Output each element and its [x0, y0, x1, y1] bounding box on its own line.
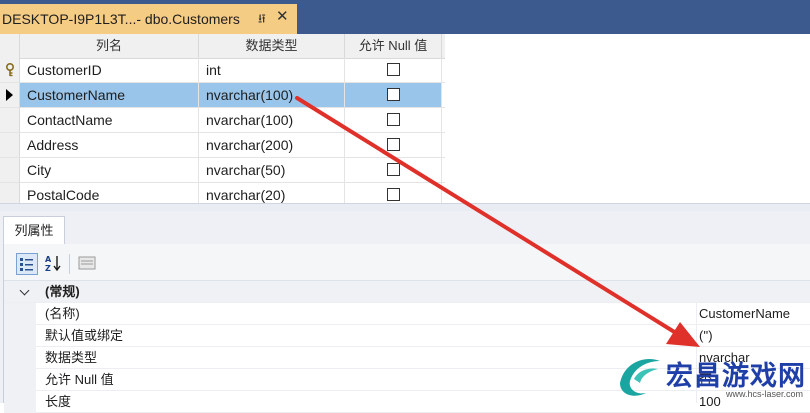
property-pages-button[interactable]: [76, 253, 98, 275]
property-gutter: [4, 325, 36, 347]
allow-nulls-checkbox[interactable]: [387, 188, 400, 201]
column-designer-grid: 列名 数据类型 允许 Null 值 CustomerID int Custome…: [0, 34, 445, 203]
column-name-cell[interactable]: CustomerID: [20, 58, 199, 82]
property-pages-icon: [78, 256, 96, 270]
header-allow-nulls[interactable]: 允许 Null 值: [345, 34, 442, 58]
data-type-cell[interactable]: nvarchar(100): [199, 83, 345, 107]
row-selector[interactable]: [0, 183, 20, 203]
close-icon[interactable]: ✕: [276, 7, 289, 25]
data-type-cell[interactable]: nvarchar(20): [199, 183, 345, 203]
properties-toolbar: A Z: [4, 244, 810, 281]
property-category-general[interactable]: (常规): [4, 281, 810, 303]
property-label: (名称): [45, 306, 80, 321]
table-row[interactable]: ContactName nvarchar(100): [0, 108, 445, 133]
svg-text:A: A: [45, 255, 52, 264]
categorized-view-button[interactable]: [16, 253, 38, 275]
property-label: 长度: [45, 394, 72, 409]
property-row[interactable]: (名称) CustomerName: [4, 303, 810, 325]
grid-header: 列名 数据类型 允许 Null 值: [0, 34, 445, 59]
allow-nulls-checkbox[interactable]: [387, 138, 400, 151]
row-selector[interactable]: [0, 58, 20, 82]
data-type-cell[interactable]: nvarchar(50): [199, 158, 345, 182]
column-name-cell[interactable]: City: [20, 158, 199, 182]
data-type-cell[interactable]: nvarchar(200): [199, 133, 345, 157]
property-gutter: [4, 369, 36, 391]
tab-column-properties[interactable]: 列属性: [3, 216, 65, 245]
property-value[interactable]: CustomerName: [699, 303, 790, 325]
toolbar-separator: [69, 254, 70, 274]
watermark-text: 宏昌游戏网: [666, 361, 806, 392]
header-data-type[interactable]: 数据类型: [199, 34, 345, 58]
table-row[interactable]: CustomerName nvarchar(100): [0, 83, 445, 108]
property-label: 数据类型: [45, 350, 98, 365]
primary-key-icon: [6, 63, 14, 77]
current-row-arrow-icon: [6, 89, 13, 101]
table-row[interactable]: City nvarchar(50): [0, 158, 445, 183]
row-selector[interactable]: [0, 108, 20, 132]
watermark-url: www.hcs-laser.com: [726, 389, 804, 399]
allow-nulls-cell: [345, 108, 442, 132]
column-name-cell[interactable]: Address: [20, 133, 199, 157]
allow-nulls-cell: [345, 83, 442, 107]
header-column-name[interactable]: 列名: [20, 34, 199, 58]
allow-nulls-cell: [345, 58, 442, 82]
property-gutter: [4, 303, 36, 325]
document-tab-customers[interactable]: DESKTOP-I9P1L3T...- dbo.Customers ⭿ ✕: [0, 4, 297, 34]
sort-az-icon: A Z: [45, 255, 61, 273]
watermark-logo-icon: [620, 359, 660, 396]
table-row[interactable]: CustomerID int: [0, 58, 445, 83]
document-tab-title: DESKTOP-I9P1L3T...- dbo.Customers: [2, 11, 240, 27]
categorized-icon: [20, 258, 33, 271]
allow-nulls-checkbox[interactable]: [387, 63, 400, 76]
allow-nulls-cell: [345, 133, 442, 157]
chevron-down-icon[interactable]: [19, 285, 30, 296]
watermark: 宏昌游戏网 www.hcs-laser.com: [608, 349, 810, 403]
column-name-cell[interactable]: CustomerName: [20, 83, 199, 107]
data-type-cell[interactable]: nvarchar(100): [199, 108, 345, 132]
property-label: 默认值或绑定: [45, 328, 124, 343]
row-selector[interactable]: [0, 133, 20, 157]
column-name-cell[interactable]: PostalCode: [20, 183, 199, 203]
allow-nulls-cell: [345, 183, 442, 203]
row-selector[interactable]: [0, 158, 20, 182]
property-value[interactable]: (''): [699, 325, 713, 347]
data-type-cell[interactable]: int: [199, 58, 345, 82]
allow-nulls-cell: [345, 158, 442, 182]
allow-nulls-checkbox[interactable]: [387, 163, 400, 176]
allow-nulls-checkbox[interactable]: [387, 113, 400, 126]
alphabetical-sort-button[interactable]: A Z: [42, 253, 64, 275]
property-gutter: [4, 347, 36, 369]
document-tab-strip: DESKTOP-I9P1L3T...- dbo.Customers ⭿ ✕: [0, 0, 810, 34]
svg-text:Z: Z: [45, 264, 51, 272]
pin-icon[interactable]: ⭿: [258, 10, 266, 31]
table-row[interactable]: PostalCode nvarchar(20): [0, 183, 445, 203]
column-name-cell[interactable]: ContactName: [20, 108, 199, 132]
allow-nulls-checkbox[interactable]: [387, 88, 400, 101]
property-label: 允许 Null 值: [45, 372, 114, 387]
header-selector: [0, 34, 20, 58]
row-selector[interactable]: [0, 83, 20, 107]
category-label: (常规): [45, 284, 80, 299]
property-gutter: [4, 391, 36, 413]
property-row[interactable]: 默认值或绑定 (''): [4, 325, 810, 347]
table-row[interactable]: Address nvarchar(200): [0, 133, 445, 158]
